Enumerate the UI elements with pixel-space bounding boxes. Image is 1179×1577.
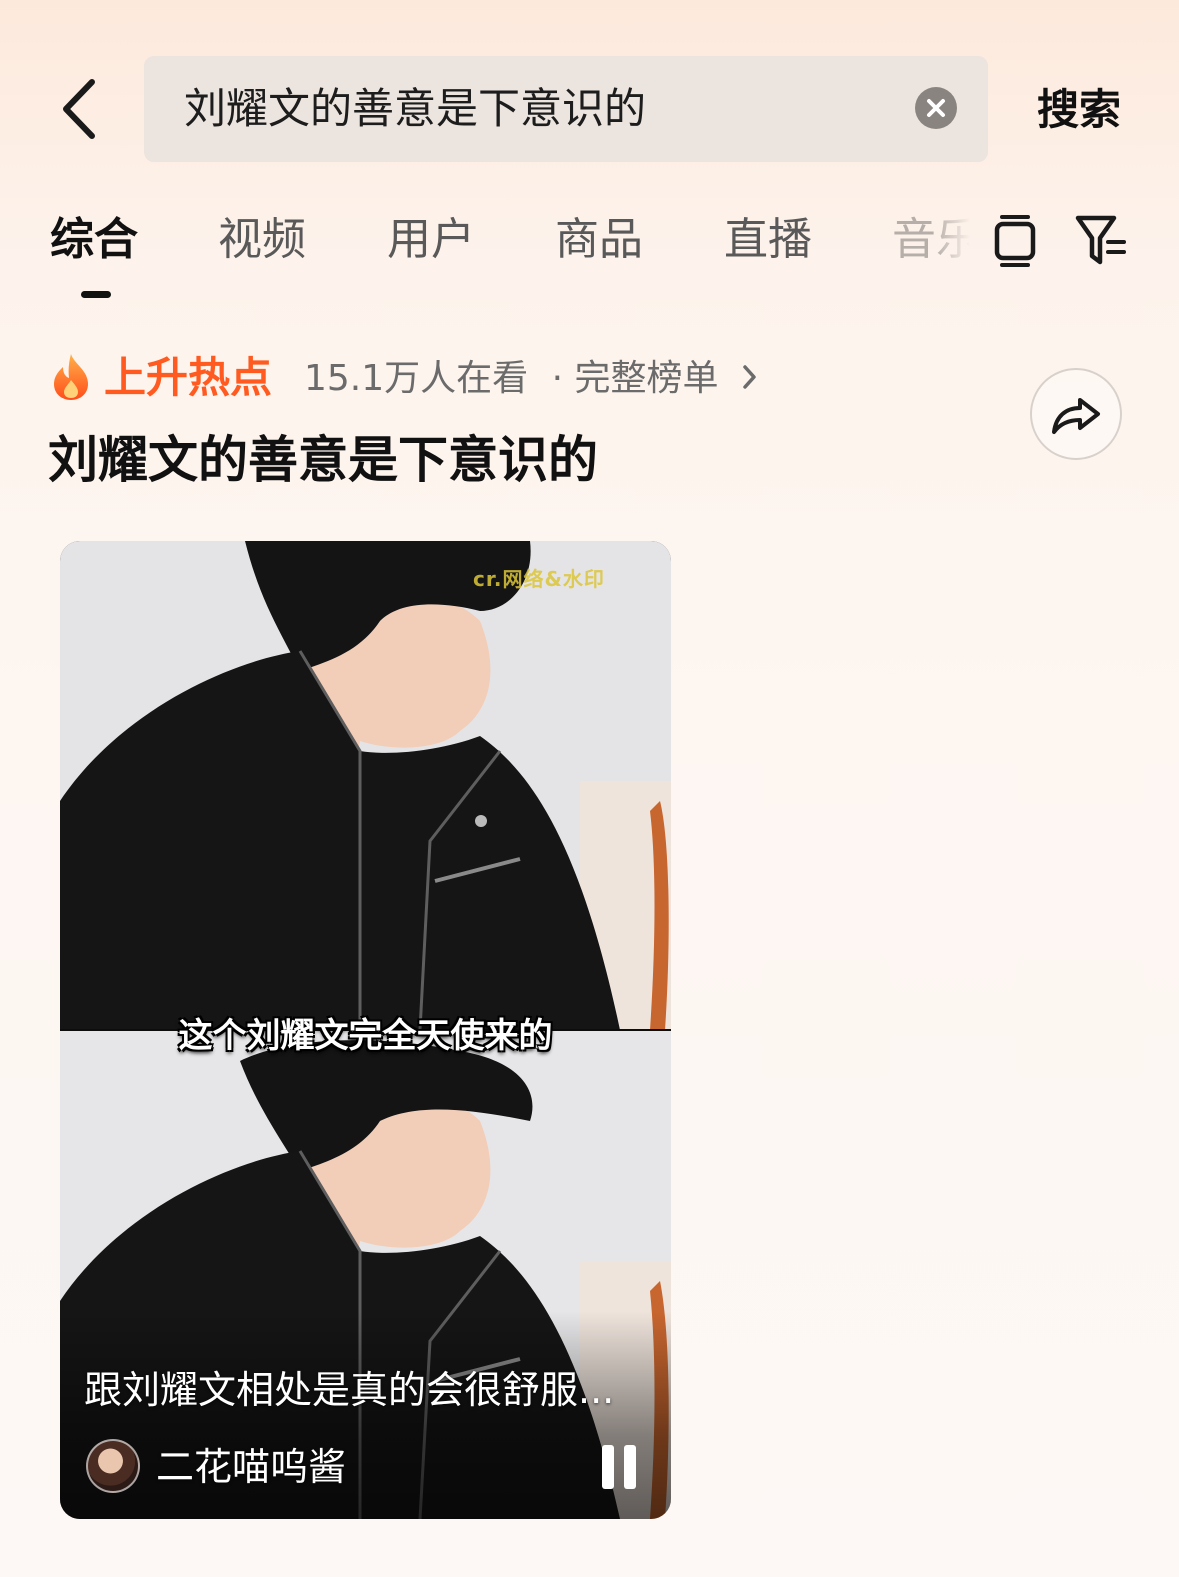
video-title: 跟刘耀文相处是真的会很舒服... xyxy=(84,1368,615,1412)
back-button[interactable] xyxy=(58,78,102,140)
pause-button[interactable] xyxy=(600,1445,640,1489)
search-input[interactable]: 刘耀文的善意是下意识的 xyxy=(184,56,646,162)
video-card[interactable]: cr.网络&水印 这个刘耀文完全天使来的 跟刘耀文相处是真的会很舒服... 二花… xyxy=(60,541,671,1519)
tab-general[interactable]: 综合 xyxy=(50,210,138,270)
full-list-link[interactable]: 15.1万人在看 · 完整榜单 xyxy=(304,354,760,404)
pause-icon xyxy=(602,1445,614,1489)
back-icon xyxy=(63,79,95,139)
video-subtitle: 这个刘耀文完全天使来的 xyxy=(178,1016,553,1056)
video-frame-top: cr.网络&水印 xyxy=(60,541,671,1030)
chevron-right-icon xyxy=(743,365,756,389)
author-name[interactable]: 二花喵呜酱 xyxy=(156,1441,346,1493)
tab-users[interactable]: 用户 xyxy=(387,210,475,270)
tab-products[interactable]: 商品 xyxy=(555,210,643,270)
filter-icon xyxy=(1075,215,1126,265)
video-watermark: cr.网络&水印 xyxy=(473,567,605,591)
share-button[interactable] xyxy=(1030,368,1122,460)
result-tabs: 综合 视频 用户 商品 直播 音乐 xyxy=(50,210,980,310)
clear-icon xyxy=(927,99,945,117)
pause-icon-bar xyxy=(624,1445,636,1489)
viewer-count: 15.1万人在看 xyxy=(304,358,529,399)
tab-video[interactable]: 视频 xyxy=(218,210,306,270)
fire-icon xyxy=(48,352,94,402)
filter-button[interactable] xyxy=(1074,212,1128,268)
video-bottom-gradient xyxy=(60,1311,671,1519)
tab-live[interactable]: 直播 xyxy=(724,210,812,270)
search-submit-button[interactable]: 搜索 xyxy=(1020,80,1138,140)
view-mode-icon xyxy=(994,215,1036,267)
clear-search-button[interactable] xyxy=(915,87,957,129)
search-box[interactable]: 刘耀文的善意是下意识的 xyxy=(144,56,988,162)
active-tab-indicator xyxy=(81,291,111,298)
share-icon xyxy=(1052,398,1100,434)
author-avatar[interactable] xyxy=(86,1439,140,1493)
view-mode-button[interactable] xyxy=(992,212,1038,268)
hot-label: 上升热点 xyxy=(104,353,273,402)
hot-topic-title: 刘耀文的善意是下意识的 xyxy=(48,431,598,489)
tab-music[interactable]: 音乐 xyxy=(892,210,970,270)
full-list-label: · 完整榜单 xyxy=(551,358,719,399)
